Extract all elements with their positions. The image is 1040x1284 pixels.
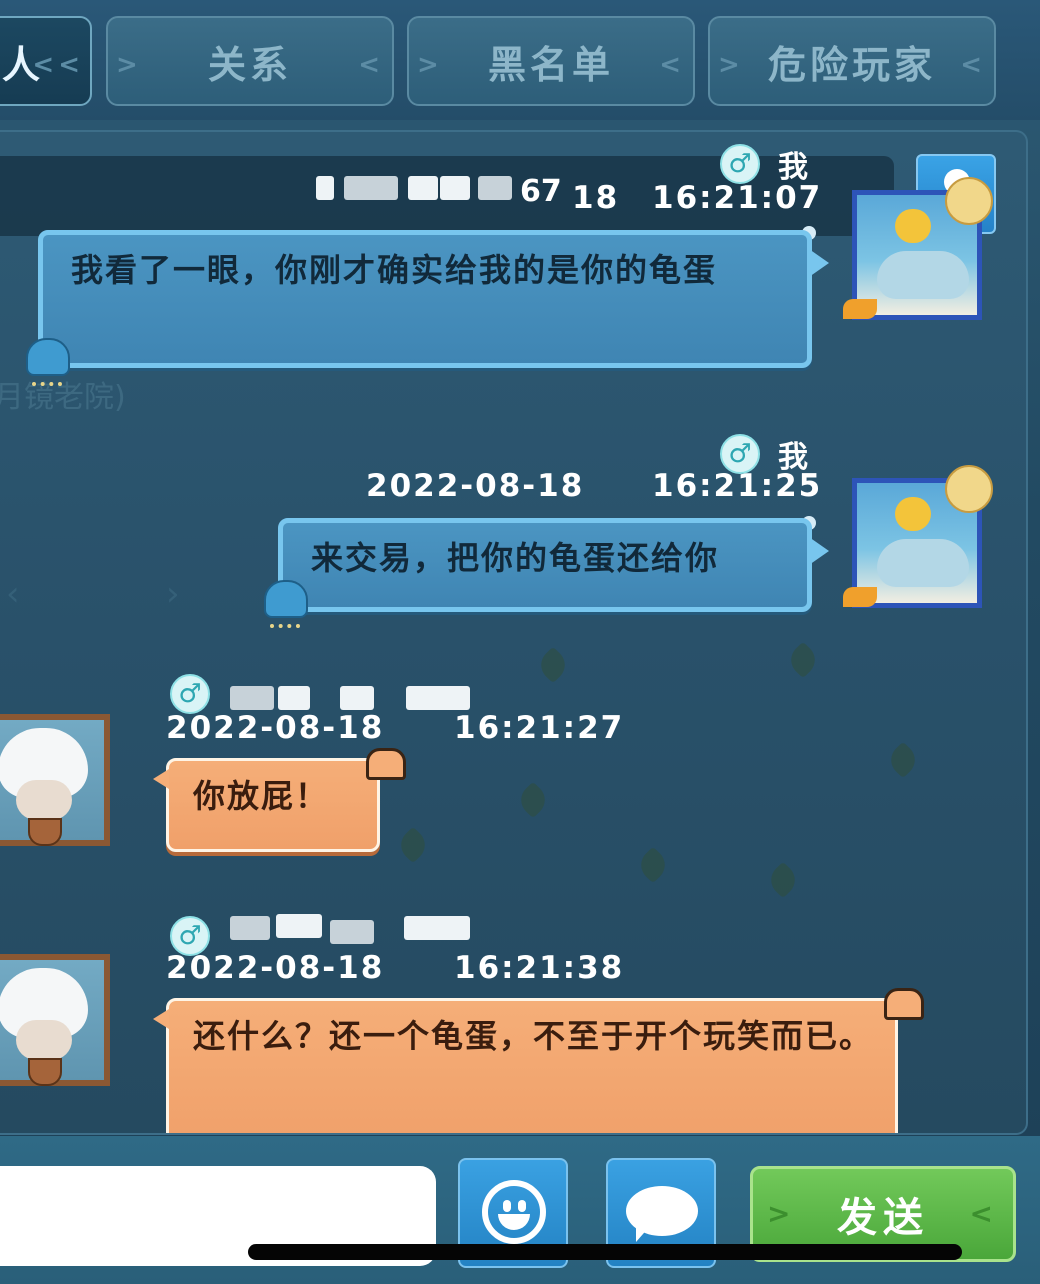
chat-panel[interactable]: 月镜老院) ‹ › ♂ 我 67 18 16:21:07 我看了一眼，你刚才确实…: [0, 130, 1028, 1135]
avatar[interactable]: [0, 714, 110, 846]
tab-bar: 人 << > 关系 < > 黑名单 < > 危险玩家 <: [0, 0, 1040, 120]
pet-icon: [895, 209, 931, 243]
chevron-left-icon: <<: [32, 50, 84, 80]
message-bubble[interactable]: 还什么？还一个龟蛋，不至于开个玩笑而已。: [153, 998, 898, 1133]
duck-icon: [884, 988, 924, 1020]
redacted-name: [330, 920, 374, 944]
smiley-mouth: [498, 1214, 530, 1230]
leaf-decoration: [514, 781, 552, 819]
leaf-decoration: [884, 741, 922, 779]
sender-name-tail: 67: [520, 174, 562, 209]
jellyfish-icon: [264, 580, 308, 628]
redacted-name: [344, 176, 398, 200]
tab-label: 黑名单: [487, 42, 614, 87]
trophy-icon: [28, 818, 62, 846]
whale-icon: [877, 539, 969, 587]
tab-dangerous-players[interactable]: > 危险玩家 <: [708, 16, 996, 106]
message-time: 16:21:27: [454, 710, 625, 746]
redacted-name: [230, 916, 270, 940]
chevron-right-icon: ›: [166, 574, 180, 614]
chevron-left-icon: <: [358, 50, 384, 80]
tab-relations[interactable]: > 关系 <: [106, 16, 394, 106]
smiley-eye: [503, 1200, 511, 1212]
whale-icon: [877, 251, 969, 299]
chevron-right-icon: >: [718, 50, 744, 80]
speech-bubble-icon: [626, 1186, 698, 1242]
male-gender-icon: ♂: [720, 144, 760, 184]
leaf-decoration: [394, 826, 432, 864]
tab-label: 危险玩家: [767, 42, 936, 87]
jellyfish-icon: [26, 338, 70, 386]
message-bubble[interactable]: 你放屁！: [153, 758, 380, 852]
smiley-icon: [482, 1180, 546, 1244]
smiley-eye: [518, 1200, 526, 1212]
chevron-left-icon: <: [960, 50, 986, 80]
redacted-name: [408, 176, 438, 200]
redacted-name: [316, 176, 334, 200]
chevron-left-icon: ‹: [6, 574, 20, 614]
pet-icon: [895, 497, 931, 531]
message-bubble[interactable]: 我看了一眼，你刚才确实给我的是你的龟蛋: [38, 230, 829, 368]
chevron-right-icon: >: [116, 50, 142, 80]
chevron-right-icon: >: [767, 1197, 797, 1230]
duck-icon: [366, 748, 406, 780]
moon-icon: [945, 465, 993, 513]
redacted-name: [230, 686, 274, 710]
message-date: 2022-08-18: [166, 710, 385, 746]
message-date: 2022-08-18: [366, 468, 585, 504]
send-label: 发送: [837, 1195, 929, 1241]
star-icon: [843, 299, 877, 319]
moon-icon: [945, 177, 993, 225]
tab-friends[interactable]: 人 <<: [0, 16, 92, 106]
leaf-decoration: [534, 646, 572, 684]
input-bar: > 发送 <: [0, 1136, 1040, 1284]
redacted-name: [478, 176, 512, 200]
leaf-decoration: [634, 846, 672, 884]
chevron-left-icon: <: [659, 50, 685, 80]
face-icon: [16, 780, 72, 820]
message-time: 16:21:25: [652, 468, 823, 504]
background-location-text: 月镜老院): [0, 380, 126, 415]
tab-blacklist[interactable]: > 黑名单 <: [407, 16, 695, 106]
redacted-name: [340, 686, 374, 710]
message-time: 16:21:07: [652, 180, 823, 216]
male-gender-icon: ♂: [170, 674, 210, 714]
leaf-decoration: [764, 861, 802, 899]
redacted-name: [404, 916, 470, 940]
trophy-icon: [28, 1058, 62, 1086]
redacted-name: [276, 914, 322, 938]
avatar[interactable]: [843, 465, 993, 608]
chevron-right-icon: >: [417, 50, 443, 80]
redacted-name: [440, 176, 470, 200]
avatar[interactable]: [0, 954, 110, 1086]
message-date: 2022-08-18: [166, 950, 385, 986]
chevron-left-icon: <: [969, 1197, 999, 1230]
face-icon: [16, 1020, 72, 1060]
message-bubble[interactable]: 来交易，把你的龟蛋还给你: [278, 518, 829, 612]
message-time: 16:21:38: [454, 950, 625, 986]
star-icon: [843, 587, 877, 607]
tab-label: 关系: [207, 42, 292, 87]
avatar[interactable]: [843, 177, 993, 320]
leaf-decoration: [784, 641, 822, 679]
redacted-name: [406, 686, 470, 710]
message-date-tail: 18: [572, 180, 620, 216]
redacted-name: [278, 686, 310, 710]
home-indicator[interactable]: [248, 1244, 962, 1260]
